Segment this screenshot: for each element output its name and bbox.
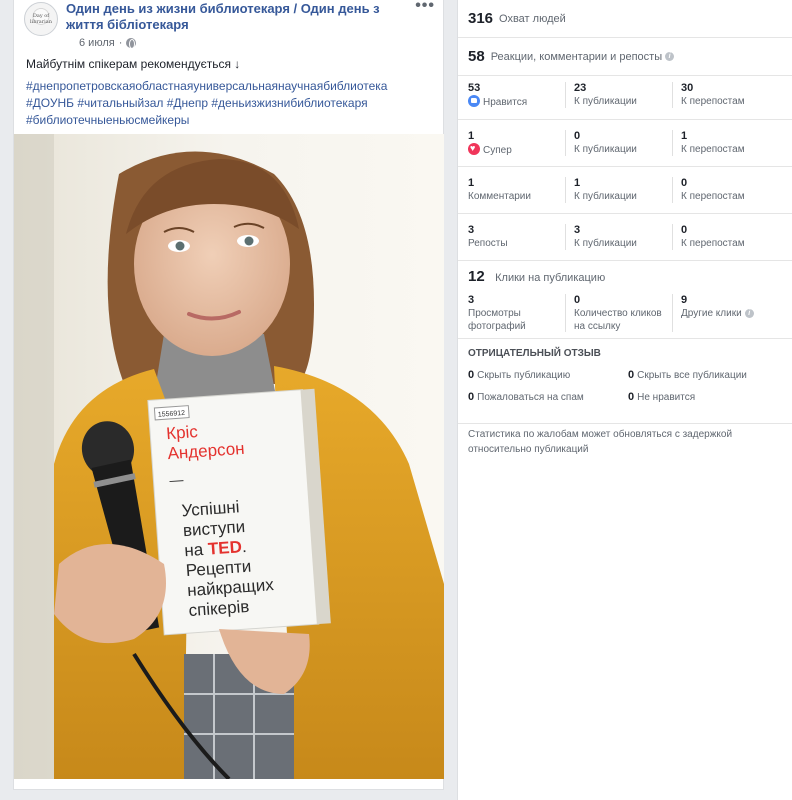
reaction-total: 1 Комментарии [458,177,565,203]
on-post-label: К публикации [574,238,637,249]
engagement-value: 58 [468,48,485,65]
on-post-count: 3 [574,224,581,236]
reaction-total: 3 Репосты [458,224,565,250]
on-shares-count: 1 [681,130,688,142]
hide-post-stat: 0 Скрыть публикацию [468,369,571,381]
reaction-total: 1 Супер [458,130,565,156]
reaction-row-shares: 3 Репосты 3 К публикации 0 К перепостам [458,214,792,261]
hashtag-line[interactable]: #днепропетровскаяобластнаяуниверсальнаян… [26,78,436,95]
photo-illustration: Кріс Андерсон — Успішні виступи на TED. … [14,134,444,779]
hashtag-line[interactable]: #ДОУНБ #читальныйзал #Днепр #деньизжизни… [26,95,436,112]
post-text: Майбутнім спікерам рекомендується ↓ [26,57,241,71]
love-icon [468,142,480,155]
reaction-label: Супер [483,145,512,156]
post-card: Day of librarian Один день из жизни библ… [13,0,444,790]
svg-text:Успішні: Успішні [181,497,240,520]
page-avatar[interactable]: Day of librarian [24,2,58,36]
negative-feedback-section: ОТРИЦАТЕЛЬНЫЙ ОТЗЫВ 0 Скрыть публикацию 0… [458,339,792,424]
clicks-total: 12 Клики на публикацию [468,268,605,286]
photo-views-count: 3 [468,294,475,306]
reaction-count: 3 [468,224,475,236]
on-shares-count: 0 [681,224,688,236]
globe-icon [126,38,137,49]
post-header: Day of librarian Один день из жизни библ… [14,0,443,50]
page-name-link[interactable]: Один день из жизни библиотекаря / Один д… [66,1,411,33]
clicks-section: 12 Клики на публикацию 3 Просмотры фотог… [458,261,792,339]
on-post-label: К публикации [574,191,637,202]
post-photo[interactable]: Кріс Андерсон — Успішні виступи на TED. … [14,134,444,779]
info-icon[interactable]: i [665,52,675,61]
clicks-label: Клики на публикацию [495,272,606,284]
on-shares-label: К перепостам [681,96,745,107]
reaction-row-like: 53 Нравится 23 К публикации 30 К перепос… [458,76,792,120]
on-shares-label: К перепостам [681,191,745,202]
on-post-count: 0 [574,130,581,142]
more-dots-icon[interactable]: ••• [415,0,435,14]
hashtags: #днепропетровскаяобластнаяуниверсальнаян… [26,78,436,129]
svg-text:—: — [169,471,184,488]
reaction-on-shares: 0 К перепостам [672,224,779,250]
reaction-on-post: 23 К публикации [565,82,672,108]
unlike-stat: 0 Не нравится [628,391,696,403]
book-author: Кріс [166,422,199,443]
reaction-total: 53 Нравится [458,82,565,108]
other-clicks-count: 9 [681,294,688,306]
reaction-count: 1 [468,177,475,189]
report-spam-stat: 0 Пожаловаться на спам [468,391,584,403]
reach-row: 316 Охват людей [458,0,792,38]
other-clicks: 9 Другие клики i [672,294,779,332]
post-date[interactable]: 6 июля [79,37,115,49]
photo-views-label: Просмотры фотографий [468,308,526,332]
reaction-row-comments: 1 Комментарии 1 К публикации 0 К перепос… [458,167,792,214]
reach-label: Охват людей [499,12,566,25]
reaction-on-shares: 30 К перепостам [672,82,779,108]
clicks-value: 12 [468,268,485,285]
reaction-count: 1 [468,130,475,142]
like-icon [468,95,480,107]
negative-feedback-title: ОТРИЦАТЕЛЬНЫЙ ОТЗЫВ [468,348,601,359]
on-shares-count: 30 [681,82,694,94]
avatar-logo-text: Day of librarian [30,13,52,25]
reaction-row-love: 1 Супер 0 К публикации 1 К перепостам [458,120,792,167]
engagement-label: Реакции, комментарии и репосты [490,50,663,63]
on-shares-label: К перепостам [681,144,745,155]
reaction-on-post: 0 К публикации [565,130,672,156]
on-post-label: К публикации [574,96,637,107]
photo-views: 3 Просмотры фотографий [458,294,565,332]
on-shares-count: 0 [681,177,688,189]
hide-all-stat: 0 Скрыть все публикации [628,369,747,381]
link-clicks-label: Количество кликов на ссылку [574,308,662,332]
info-icon[interactable]: i [744,309,754,318]
insights-panel: 316 Охват людей 58 Реакции, комментарии … [457,0,792,800]
on-post-count: 23 [574,82,587,94]
reaction-label: Нравится [483,97,528,108]
reaction-on-post: 1 К публикации [565,177,672,203]
link-clicks: 0 Количество кликов на ссылку [565,294,672,332]
on-shares-label: К перепостам [681,238,745,249]
on-post-label: К публикации [574,144,637,155]
on-post-count: 1 [574,177,581,189]
reach-value: 316 [468,10,494,27]
engagement-row: 58 Реакции, комментарии и репосты i [458,38,792,76]
reaction-count: 53 [468,82,481,94]
reaction-on-shares: 0 К перепостам [672,177,779,203]
link-clicks-count: 0 [574,294,581,306]
other-clicks-label: Другие клики [681,308,742,319]
hashtag-line[interactable]: #библиотечныеньюсмейкеры [26,112,436,129]
reaction-on-post: 3 К публикации [565,224,672,250]
post-meta: 6 июля · [79,37,137,49]
reaction-on-shares: 1 К перепостам [672,130,779,156]
complaints-note: Статистика по жалобам может обновляться … [468,429,733,455]
reaction-label: Комментарии [468,191,531,202]
reaction-label: Репосты [468,238,508,249]
